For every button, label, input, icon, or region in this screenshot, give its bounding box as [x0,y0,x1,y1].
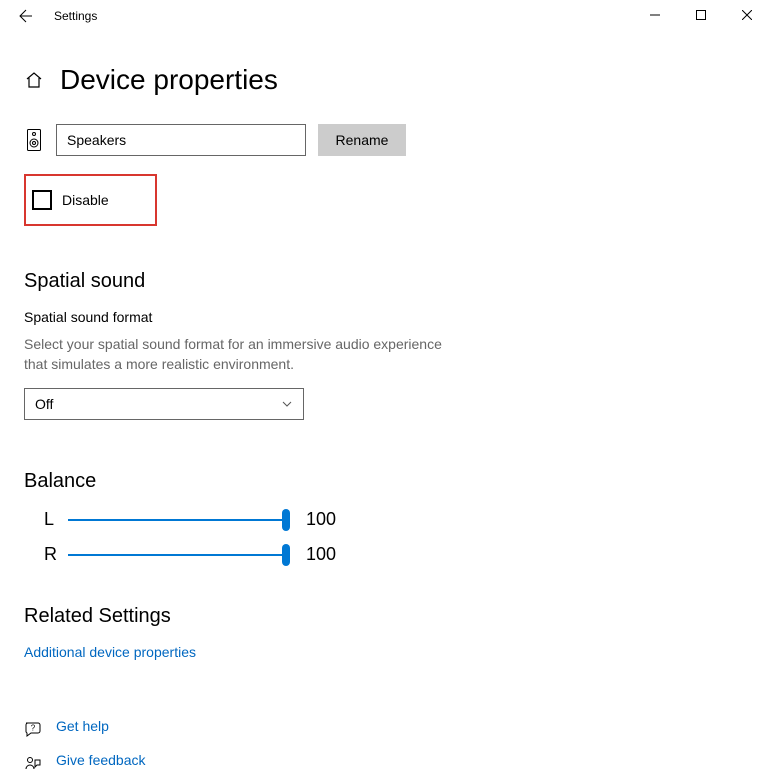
maximize-icon [696,10,706,20]
spatial-description: Select your spatial sound format for an … [24,335,454,374]
balance-left-row: L 100 [24,509,746,530]
maximize-button[interactable] [678,0,724,30]
home-icon[interactable] [24,70,44,90]
give-feedback-link[interactable]: Give feedback [56,752,146,768]
help-section: ? Get help Give feedback [24,718,746,776]
spatial-format-select[interactable]: Off [24,388,304,420]
minimize-button[interactable] [632,0,678,30]
rename-button[interactable]: Rename [318,124,406,156]
speaker-icon [24,128,44,152]
disable-highlight-box: Disable [24,174,157,226]
slider-thumb[interactable] [282,544,290,566]
balance-left-value: 100 [306,509,336,530]
chevron-down-icon [281,398,293,410]
window-title: Settings [54,9,97,23]
disable-label: Disable [62,192,109,208]
balance-right-label: R [24,544,58,565]
help-chat-icon: ? [24,721,42,739]
related-settings-section: Related Settings Additional device prope… [24,605,746,668]
slider-thumb[interactable] [282,509,290,531]
page-title: Device properties [60,64,278,96]
spatial-format-label: Spatial sound format [24,309,746,325]
balance-left-slider[interactable] [68,519,286,521]
window-controls [632,0,770,30]
feedback-icon [24,755,42,773]
close-icon [742,10,752,20]
balance-section: Balance L 100 R 100 [24,470,746,565]
svg-text:?: ? [31,724,36,733]
additional-properties-link[interactable]: Additional device properties [24,644,196,660]
spatial-selected-value: Off [35,396,53,412]
balance-heading: Balance [24,470,746,493]
device-name-input[interactable] [56,124,306,156]
disable-checkbox[interactable] [32,190,52,210]
page-header: Device properties [24,64,746,96]
get-help-link[interactable]: Get help [56,718,109,734]
spatial-heading: Spatial sound [24,270,746,293]
device-rename-row: Rename [24,124,746,156]
related-heading: Related Settings [24,605,746,628]
balance-right-slider[interactable] [68,554,286,556]
close-button[interactable] [724,0,770,30]
back-button[interactable] [12,2,40,30]
balance-right-value: 100 [306,544,336,565]
spatial-sound-section: Spatial sound Spatial sound format Selec… [24,270,746,420]
arrow-left-icon [18,8,34,24]
balance-left-label: L [24,509,58,530]
balance-right-row: R 100 [24,544,746,565]
minimize-icon [650,10,660,20]
